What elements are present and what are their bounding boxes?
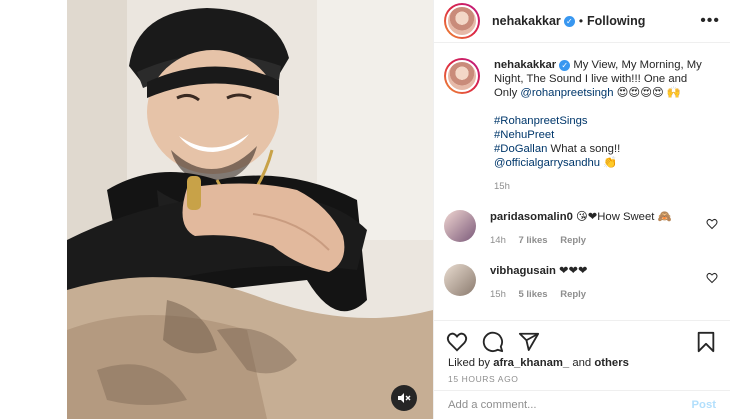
instagram-post-view: nehakakkar ✓ • Following ••• nehakakkar ✓… <box>0 0 730 419</box>
caption-text: nehakakkar ✓ My View, My Morning, My Nigh… <box>494 58 710 194</box>
likes-summary: Liked by afra_khanam_ and others <box>434 357 730 369</box>
comment-likes[interactable]: 5 likes <box>519 289 548 300</box>
post-timestamp[interactable]: 15 HOURS AGO <box>434 369 730 384</box>
page-gutter <box>0 0 67 419</box>
comment-meta: 14h 7 likes Reply <box>490 234 702 248</box>
hashtag-link[interactable]: #NehuPreet <box>494 129 554 141</box>
comment-body: 😘❤How Sweet 🙈 <box>572 211 672 223</box>
like-comment-heart-icon[interactable] <box>706 272 718 284</box>
hashtag-link[interactable]: #RohanpreetSings <box>494 115 588 127</box>
separator-dot: • <box>578 14 584 28</box>
comment-icon[interactable] <box>482 331 504 353</box>
likes-mid: and <box>569 357 595 369</box>
post-comment-button[interactable]: Post <box>692 399 716 411</box>
following-button[interactable]: Following <box>587 14 645 28</box>
speaker-muted-icon <box>398 393 411 403</box>
commenter-avatar[interactable] <box>444 264 476 296</box>
mention-link[interactable]: @officialgarrysandhu <box>494 157 600 169</box>
caption-avatar[interactable] <box>444 58 480 94</box>
caption-emojis: 😍😍😍😍 🙌 <box>613 87 681 99</box>
mute-toggle-button[interactable] <box>391 385 417 411</box>
like-comment-heart-icon[interactable] <box>706 218 718 230</box>
comment-time[interactable]: 14h <box>490 235 506 246</box>
video-frame <box>67 0 433 419</box>
action-icons <box>434 321 730 357</box>
add-comment-bar: Post <box>434 390 730 419</box>
caption-time[interactable]: 15h <box>494 180 710 194</box>
more-options-icon[interactable]: ••• <box>700 12 720 30</box>
comment-likes[interactable]: 7 likes <box>519 235 548 246</box>
comment-text: vibhagusain ❤❤❤ 15h 5 likes Reply <box>490 264 702 302</box>
comments-list[interactable]: nehakakkar ✓ My View, My Morning, My Nigh… <box>434 44 730 320</box>
verified-badge-icon: ✓ <box>559 60 571 71</box>
post-caption: nehakakkar ✓ My View, My Morning, My Nigh… <box>444 44 720 194</box>
author-avatar[interactable] <box>444 3 480 39</box>
caption-tail: What a song!! <box>547 143 621 155</box>
comment-time[interactable]: 15h <box>490 289 506 300</box>
reply-button[interactable]: Reply <box>560 289 586 300</box>
caption-username[interactable]: nehakakkar <box>494 59 556 71</box>
comment-item: paridasomalin0 😘❤How Sweet 🙈 14h 7 likes… <box>444 210 720 248</box>
comment-body: ❤❤❤ <box>555 265 588 277</box>
comment-item: vibhagusain ❤❤❤ 15h 5 likes Reply <box>444 264 720 302</box>
likes-prefix: Liked by <box>448 357 494 369</box>
caption-emoji: 👏 <box>600 157 618 169</box>
post-video[interactable] <box>67 0 433 419</box>
commenter-avatar[interactable] <box>444 210 476 242</box>
likes-others-link[interactable]: others <box>594 357 629 369</box>
comment-meta: 15h 5 likes Reply <box>490 288 702 302</box>
verified-badge-icon: ✓ <box>563 15 575 27</box>
comment-text: paridasomalin0 😘❤How Sweet 🙈 14h 7 likes… <box>490 210 702 248</box>
bookmark-icon[interactable] <box>696 331 716 353</box>
comment-input[interactable] <box>448 399 692 411</box>
liked-by-user[interactable]: afra_khanam_ <box>493 357 569 369</box>
share-icon[interactable] <box>518 331 540 353</box>
post-header: nehakakkar ✓ • Following ••• <box>434 0 730 43</box>
mention-link[interactable]: @rohanpreetsingh <box>520 87 613 99</box>
commenter-username[interactable]: paridasomalin0 <box>490 211 573 223</box>
author-username[interactable]: nehakakkar <box>492 14 561 28</box>
reply-button[interactable]: Reply <box>560 235 586 246</box>
commenter-username[interactable]: vibhagusain <box>490 265 556 277</box>
heart-icon[interactable] <box>446 331 468 353</box>
post-details-panel: nehakakkar ✓ • Following ••• nehakakkar ✓… <box>433 0 730 419</box>
hashtag-link[interactable]: #DoGallan <box>494 143 547 155</box>
